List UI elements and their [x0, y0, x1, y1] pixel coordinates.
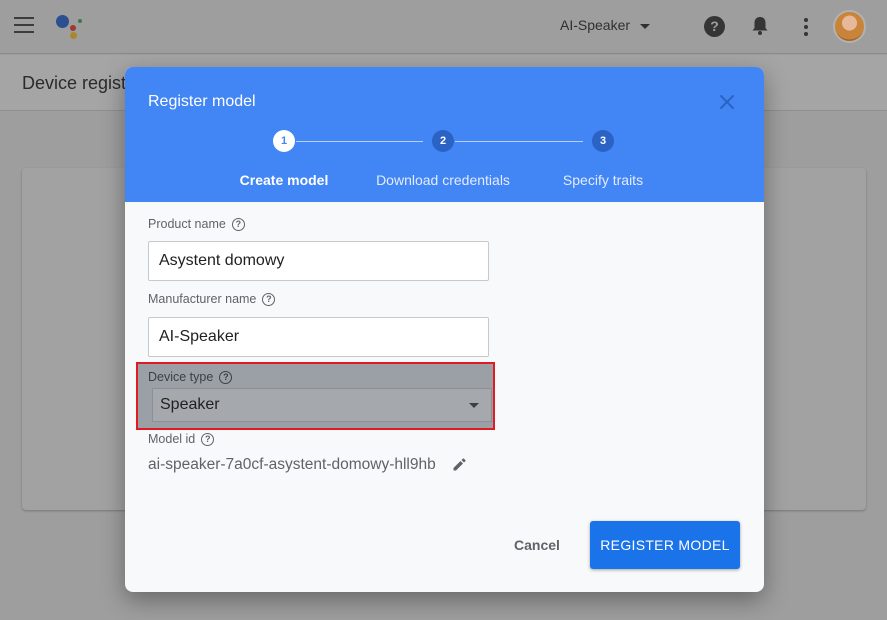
model-id-value: ai-speaker-7a0cf-asystent-domowy-hll9hb: [148, 456, 436, 473]
device-type-label: Device type ?: [148, 370, 233, 384]
model-id: ai-speaker-7a0cf-asystent-domowy-hll9hb: [148, 456, 466, 474]
product-name-label-text: Product name: [148, 217, 226, 231]
help-icon[interactable]: ?: [262, 292, 276, 306]
edit-pencil-icon[interactable]: [452, 458, 466, 472]
model-id-label: Model id ?: [148, 432, 215, 446]
more-vert-icon[interactable]: [804, 18, 808, 36]
step-2-label: Download credentials: [376, 172, 510, 188]
step-1-indicator: 1: [273, 130, 295, 152]
project-name: AI-Speaker: [560, 17, 631, 33]
bell-icon[interactable]: [751, 16, 769, 36]
device-type-highlight: Device type ? Speaker: [136, 362, 495, 430]
dialog-title: Register model: [148, 93, 256, 110]
manufacturer-name-label-text: Manufacturer name: [148, 292, 257, 306]
help-icon[interactable]: ?: [231, 217, 245, 231]
manufacturer-name-input[interactable]: [148, 317, 489, 357]
help-icon[interactable]: ?: [201, 432, 215, 446]
device-type-label-text: Device type: [148, 370, 214, 384]
product-name-input[interactable]: [148, 241, 489, 281]
project-selector[interactable]: AI-Speaker: [560, 17, 651, 33]
model-id-label-text: Model id: [148, 432, 196, 446]
manufacturer-name-label: Manufacturer name ?: [148, 292, 276, 306]
step-2-indicator: 2: [432, 130, 454, 152]
product-name-label: Product name ?: [148, 217, 245, 231]
step-3-indicator: 3: [592, 130, 614, 152]
dropdown-arrow-icon: [469, 403, 479, 408]
device-type-value: Speaker: [160, 396, 220, 413]
page-title: Device regist: [22, 73, 127, 93]
device-type-select[interactable]: Speaker: [152, 388, 492, 422]
register-model-dialog: Register model 1 2 3 Create model Downlo…: [125, 67, 764, 592]
avatar[interactable]: [833, 10, 866, 43]
google-assistant-logo: [54, 14, 84, 40]
step-3-label: Specify traits: [562, 172, 644, 188]
help-icon[interactable]: ?: [704, 16, 725, 37]
step-1-label: Create model: [239, 172, 329, 188]
stepper-connector: [455, 141, 583, 142]
top-app-bar: AI-Speaker ?: [0, 0, 887, 54]
cancel-button[interactable]: Cancel: [500, 529, 574, 561]
register-model-button[interactable]: REGISTER MODEL: [590, 521, 740, 569]
stepper-connector: [296, 141, 423, 142]
help-icon[interactable]: ?: [219, 370, 233, 384]
chevron-down-icon: [640, 23, 651, 29]
close-icon[interactable]: [718, 93, 736, 111]
dialog-header: Register model 1 2 3 Create model Downlo…: [125, 67, 764, 202]
menu-icon[interactable]: [14, 17, 34, 33]
